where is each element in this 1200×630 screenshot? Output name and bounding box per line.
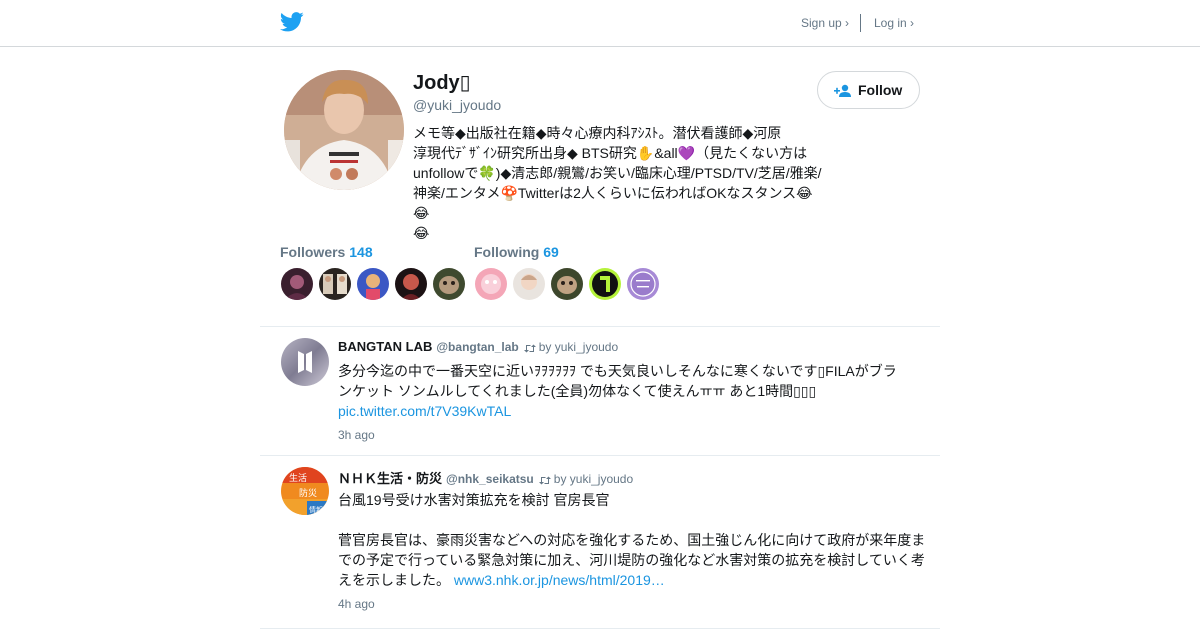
tweet-spacer (338, 510, 933, 530)
following-label: Following (474, 244, 540, 260)
followers-count: 148 (349, 244, 373, 260)
bio-line: unfollowで🍀)◆清志郎/親鸞/お笑い/臨床心理/PTSD/TV/芝居/雅… (413, 165, 822, 181)
bio-line: 😂 (413, 225, 430, 241)
tweet-header: ＮＨＫ生活・防災 @nhk_seikatsu by yuki_jyoudo (338, 468, 633, 487)
divider (260, 455, 940, 456)
followers-stat[interactable]: Followers 148 (280, 244, 373, 260)
nav-separator (860, 14, 861, 32)
bio-line: 神楽/エンタメ🍄Twitterは2人くらいに伝わればOKなスタンス😂😂 (413, 185, 813, 221)
divider (260, 326, 940, 327)
retweet-indicator: by yuki_jyoudo (538, 472, 634, 486)
follow-button-label: Follow (858, 82, 903, 98)
follower-avatar[interactable] (357, 268, 389, 300)
tweet-text: 台風19号受け水害対策拡充を検討 官房長官 菅官房長官は、豪雨災害などへの対応を… (338, 490, 933, 590)
tweet-timestamp[interactable]: 3h ago (338, 428, 375, 442)
tweet-link[interactable]: www3.nhk.or.jp/news/html/2019… (454, 572, 665, 588)
tweet-author-name[interactable]: BANGTAN LAB (338, 339, 432, 354)
following-avatar[interactable] (627, 268, 659, 300)
bio-line: メモ等◆出版社在籍◆時々心療内科ｱｼｽﾄ。潜伏看護師◆河原 (413, 125, 782, 141)
following-avatar[interactable] (513, 268, 545, 300)
log-in-link[interactable]: Log in › (874, 16, 914, 30)
followers-label: Followers (280, 244, 346, 260)
tweet-author-handle[interactable]: @nhk_seikatsu (446, 472, 534, 486)
sign-up-link[interactable]: Sign up › (801, 16, 849, 30)
tweet-header: BANGTAN LAB @bangtan_lab by yuki_jyoudo (338, 339, 618, 354)
tweet-text-line: 多分今迄の中で一番天空に近いｦｦｦｦｦｦ でも天気良いしそんなに寒くないです▯F… (338, 363, 897, 379)
follower-avatar[interactable] (395, 268, 427, 300)
following-stat[interactable]: Following 69 (474, 244, 559, 260)
tweet-text-line: ンケット ソンムルしてくれました(全員)勿体なくて使えんㅠㅠ あと1時間▯▯▯ (338, 383, 817, 399)
tweet-text-line: えを示しました。 (338, 572, 450, 588)
tweet-avatar[interactable] (281, 338, 329, 386)
divider (260, 628, 940, 629)
follower-avatar[interactable] (319, 268, 351, 300)
retweet-by-label: by yuki_jyoudo (553, 472, 634, 486)
tweet-headline: 台風19号受け水害対策拡充を検討 官房長官 (338, 492, 610, 508)
following-avatar[interactable] (551, 268, 583, 300)
tweet-timestamp[interactable]: 4h ago (338, 597, 375, 611)
top-bar: Sign up › Log in › (0, 0, 1200, 47)
following-count: 69 (543, 244, 559, 260)
follow-button[interactable]: Follow (817, 71, 920, 109)
profile-avatar[interactable] (284, 70, 404, 190)
avatar-label: 生活 (289, 472, 307, 484)
tweet-text: 多分今迄の中で一番天空に近いｦｦｦｦｦｦ でも天気良いしそんなに寒くないです▯F… (338, 361, 933, 421)
retweet-icon (523, 344, 536, 353)
tweet-avatar[interactable]: 生活 防災 情報 (281, 467, 329, 515)
tweet-text-line-with-link: えを示しました。 www3.nhk.or.jp/news/html/2019… (338, 570, 933, 590)
avatar-label: 防災 (299, 487, 317, 499)
twitter-bird-icon[interactable] (280, 11, 304, 33)
tweet-text-line: 菅官房長官は、豪雨災害などへの対応を強化するため、国土強じん化に向けて政府が来年… (338, 532, 926, 548)
following-avatar[interactable] (475, 268, 507, 300)
tweet-link[interactable]: pic.twitter.com/t7V39KwTAL (338, 403, 511, 419)
tweet-author-name[interactable]: ＮＨＫ生活・防災 (338, 471, 442, 486)
retweet-icon (538, 476, 551, 485)
tweet-author-handle[interactable]: @bangtan_lab (436, 340, 518, 354)
follower-avatar[interactable] (281, 268, 313, 300)
retweet-by-label: by yuki_jyoudo (538, 340, 619, 354)
avatar-label: 情報 (309, 505, 323, 514)
profile-bio: メモ等◆出版社在籍◆時々心療内科ｱｼｽﾄ。潜伏看護師◆河原 淳現代ﾃﾞｻﾞｲﾝ研… (413, 123, 828, 243)
tweet-text-line: での予定で行っている緊急対策に加え、河川堤防の強化など水害対策の拡充を検討してい… (338, 552, 925, 568)
profile-handle: @yuki_jyoudo (413, 97, 502, 113)
profile-name: Jody▯ (413, 72, 471, 94)
follow-stats: Followers 148 Following 69 (280, 244, 940, 304)
profile-avatar-photo (284, 70, 404, 190)
follower-avatar[interactable] (433, 268, 465, 300)
add-user-icon (834, 84, 851, 97)
retweet-indicator: by yuki_jyoudo (523, 340, 619, 354)
following-avatar[interactable] (589, 268, 621, 300)
bio-line: 淳現代ﾃﾞｻﾞｲﾝ研究所出身◆ BTS研究✋&all💜（見たくない方は (413, 145, 808, 161)
